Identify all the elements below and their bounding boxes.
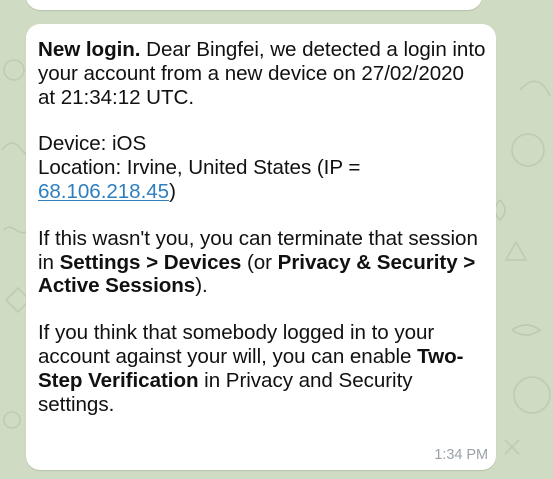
message-timestamp: 1:34 PM bbox=[434, 447, 488, 463]
message-paragraph-twostep: If you think that somebody logged in to … bbox=[38, 321, 486, 416]
ip-address-link[interactable]: 68.106.218.45 bbox=[38, 180, 169, 203]
terminate-text-post: ). bbox=[195, 274, 208, 298]
settings-devices-path: Settings > Devices bbox=[59, 250, 242, 274]
previous-message-bubble bbox=[26, 0, 482, 10]
terminate-text-mid: (or bbox=[241, 250, 278, 274]
message-heading: New login. bbox=[38, 38, 141, 61]
message-paragraph-device: Device: iOS Location: Irvine, United Stat… bbox=[38, 132, 486, 203]
message-bubble[interactable]: New login. Dear Bingfei, we detected a l… bbox=[26, 24, 496, 470]
close-paren: ) bbox=[169, 179, 176, 203]
message-paragraph-terminate: If this wasn't you, you can terminate th… bbox=[38, 227, 486, 298]
twostep-text-pre: If you think that somebody logged in to … bbox=[38, 321, 435, 368]
location-line: Location: Irvine, United States (IP = bbox=[38, 156, 361, 180]
device-line: Device: iOS bbox=[38, 132, 147, 156]
message-paragraph-login: New login. Dear Bingfei, we detected a l… bbox=[38, 38, 486, 109]
